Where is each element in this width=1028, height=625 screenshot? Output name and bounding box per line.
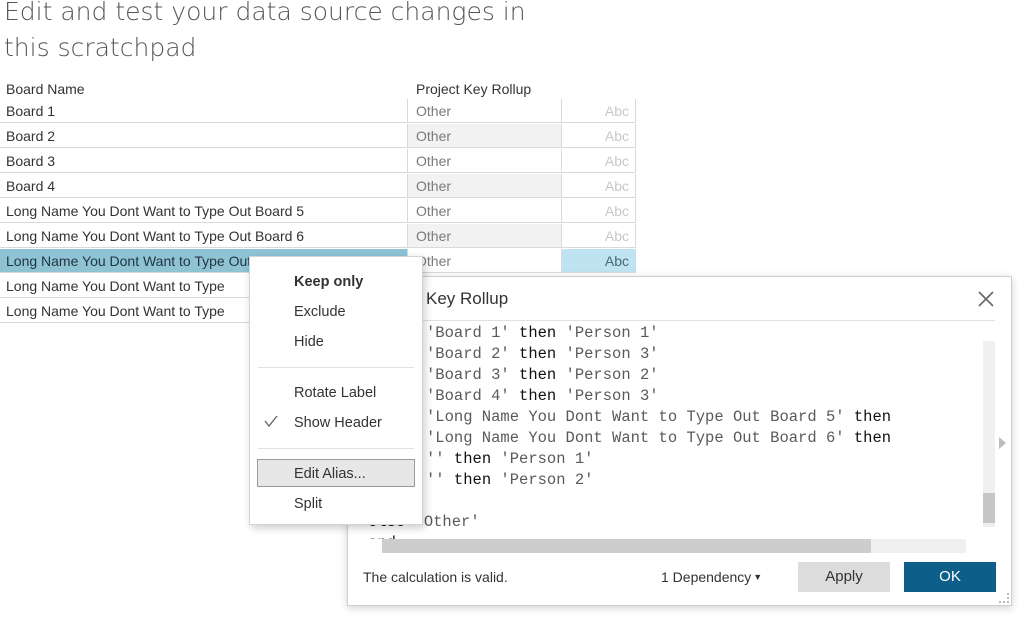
code-token: 'Person 1' [500, 450, 594, 468]
code-line: 'Board 4' then 'Person 3' [426, 386, 659, 407]
project-key-cell[interactable]: Other [408, 174, 561, 198]
code-token: 'Person 3' [565, 345, 659, 363]
code-token: '' [426, 450, 445, 468]
type-badge: Abc [561, 174, 636, 198]
code-token: 'Board 4' [426, 387, 510, 405]
code-line: '' then 'Person 2' [426, 470, 593, 491]
calculation-dialog: Key Rollup 'Board 1' then 'Person 1' 'Boa… [347, 276, 1012, 606]
validation-status: The calculation is valid. [363, 569, 508, 585]
project-key-cell[interactable]: Other [408, 249, 561, 273]
context-menu: Keep only Exclude Hide Rotate Label Show… [249, 256, 423, 525]
column-header-board-name[interactable]: Board Name [6, 80, 85, 98]
apply-button[interactable]: Apply [798, 562, 890, 592]
code-token: 'Long Name You Dont Want to Type Out Boa… [426, 429, 845, 447]
code-token: 'Person 2' [565, 366, 659, 384]
dependency-dropdown[interactable]: 1 Dependency ▼ [661, 569, 762, 585]
code-line: 'Board 3' then 'Person 2' [426, 365, 659, 386]
menu-item-keep-only[interactable]: Keep only [294, 273, 363, 291]
menu-divider [258, 448, 414, 449]
type-badge: Abc [561, 199, 636, 223]
dialog-divider [420, 320, 995, 321]
project-key-cell[interactable]: Other [408, 224, 561, 248]
checkmark-icon [263, 413, 279, 429]
vertical-scrollbar[interactable] [983, 341, 995, 527]
resize-grip-icon[interactable] [999, 593, 1009, 603]
menu-item-edit-alias[interactable]: Edit Alias... [294, 465, 366, 483]
board-name-cell[interactable]: Long Name You Dont Want to Type Out Boar… [0, 199, 408, 223]
code-token: then [844, 408, 892, 426]
code-token: 'Long Name You Dont Want to Type Out Boa… [426, 408, 845, 426]
horizontal-scroll-thumb[interactable] [382, 539, 871, 553]
code-token: 'Board 2' [426, 345, 510, 363]
code-line: 'Long Name You Dont Want to Type Out Boa… [426, 407, 891, 428]
type-badge: Abc [561, 224, 636, 248]
board-name-cell[interactable]: Board 3 [0, 149, 408, 173]
code-token: 'Board 3' [426, 366, 510, 384]
type-badge: Abc [561, 249, 636, 273]
expand-arrow-icon[interactable] [999, 437, 1006, 449]
board-name-cell[interactable]: Board 1 [0, 99, 408, 123]
type-badge: Abc [561, 99, 636, 123]
menu-item-hide[interactable]: Hide [294, 333, 324, 351]
horizontal-scrollbar[interactable] [382, 539, 966, 553]
project-key-cell[interactable]: Other [408, 199, 561, 223]
menu-item-split[interactable]: Split [294, 495, 322, 513]
board-name-cell[interactable]: Board 2 [0, 124, 408, 148]
column-header-project-key-rollup[interactable]: Project Key Rollup [416, 80, 531, 98]
dependency-label: 1 Dependency [661, 569, 752, 585]
close-icon[interactable] [976, 289, 996, 309]
menu-item-show-header[interactable]: Show Header [294, 414, 382, 432]
code-line: 'Long Name You Dont Want to Type Out Boa… [426, 428, 891, 449]
menu-item-rotate-label[interactable]: Rotate Label [294, 384, 376, 402]
code-token: 'Person 1' [565, 324, 659, 342]
project-key-cell[interactable]: Other [408, 124, 561, 148]
menu-item-exclude[interactable]: Exclude [294, 303, 346, 321]
code-line: '' then 'Person 1' [426, 449, 593, 470]
type-badge: Abc [561, 149, 636, 173]
code-line: 'Board 2' then 'Person 3' [426, 344, 659, 365]
code-token: then [444, 471, 501, 489]
page-title: Edit and test your data source changes i… [4, 0, 526, 62]
project-key-cell[interactable]: Other [408, 99, 561, 123]
code-token: then [509, 387, 566, 405]
board-name-cell[interactable]: Long Name You Dont Want to Type Out Boar… [0, 224, 408, 248]
code-line: 'Board 1' then 'Person 1' [426, 323, 659, 344]
menu-divider [258, 367, 414, 368]
code-token: 'Person 2' [500, 471, 594, 489]
caret-down-icon: ▼ [753, 572, 763, 582]
dialog-title: Key Rollup [426, 289, 509, 308]
code-token: then [509, 324, 566, 342]
ok-button[interactable]: OK [904, 562, 996, 592]
board-name-cell[interactable]: Board 4 [0, 174, 408, 198]
code-token: then [844, 429, 892, 447]
code-token: then [444, 450, 501, 468]
project-key-cell[interactable]: Other [408, 149, 561, 173]
vertical-scroll-thumb[interactable] [983, 493, 995, 523]
code-token: 'Board 1' [426, 324, 510, 342]
code-token: then [509, 345, 566, 363]
code-token: 'Other' [414, 513, 480, 531]
type-badge: Abc [561, 124, 636, 148]
formula-editor[interactable]: 'Board 1' then 'Person 1' 'Board 2' then … [368, 323, 978, 539]
code-token: 'Person 3' [565, 387, 659, 405]
code-token: '' [426, 471, 445, 489]
code-token: then [509, 366, 566, 384]
